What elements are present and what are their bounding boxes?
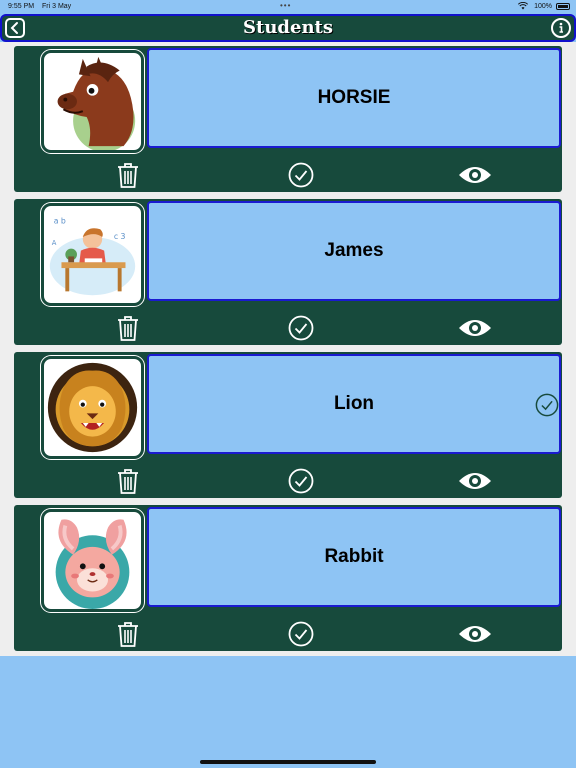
lion-icon [47,362,138,453]
student-name: James [324,240,384,261]
boy-studying-icon: a b c 3 A [49,216,136,296]
student-card: Lion [14,352,562,498]
student-avatar[interactable] [41,50,144,153]
home-indicator[interactable] [200,760,376,764]
student-card: Rabbit [14,505,562,651]
student-card: HORSIE [14,46,562,192]
student-name: Rabbit [324,546,384,567]
status-date: Fri 3 May [42,3,72,10]
battery-icon [556,3,570,10]
checkmark-circle-icon [288,162,314,188]
student-avatar[interactable] [41,356,144,459]
student-avatar[interactable]: a b c 3 A [41,203,144,306]
info-icon [559,22,563,33]
svg-text:c 3: c 3 [114,232,126,241]
page-title: Students [243,17,333,38]
wifi-icon [518,2,528,10]
horse-icon [57,56,136,150]
multitask-dots[interactable]: ••• [280,1,291,10]
select-button[interactable] [288,467,314,495]
checkmark-circle-icon [288,468,314,494]
trash-icon [118,163,138,188]
svg-text:a b: a b [54,216,66,225]
select-button[interactable] [288,161,314,189]
delete-button[interactable] [117,620,139,648]
student-name-button[interactable]: Lion [147,354,561,454]
status-bar: 9:55 PM Fri 3 May ••• 100% [0,0,576,14]
view-button[interactable] [458,161,492,189]
select-button[interactable] [288,314,314,342]
delete-button[interactable] [117,161,139,189]
student-name-button[interactable]: HORSIE [147,48,561,148]
trash-icon [118,622,138,647]
student-name: Lion [333,393,375,414]
rabbit-icon [55,519,130,609]
eye-icon [459,320,491,336]
select-button[interactable] [288,620,314,648]
battery-percent: 100% [534,3,552,10]
info-button[interactable] [551,18,571,38]
delete-button[interactable] [117,467,139,495]
eye-icon [459,626,491,642]
student-list[interactable]: HORSIE a b c 3 A James Lion Rabbit [0,42,576,656]
eye-icon [459,167,491,183]
svg-text:A: A [52,239,57,247]
checkmark-circle-icon [288,621,314,647]
trash-icon [118,469,138,494]
view-button[interactable] [458,467,492,495]
student-avatar[interactable] [41,509,144,612]
trash-icon [118,316,138,341]
delete-button[interactable] [117,314,139,342]
status-time: 9:55 PM [8,3,35,10]
view-button[interactable] [458,620,492,648]
student-name: HORSIE [317,87,391,108]
selected-checkmark-icon [535,393,559,417]
nav-bar: Students [0,14,576,42]
student-name-button[interactable]: Rabbit [147,507,561,607]
student-card: a b c 3 A James [14,199,562,345]
checkmark-circle-icon [288,315,314,341]
student-name-button[interactable]: James [147,201,561,301]
eye-icon [459,473,491,489]
view-button[interactable] [458,314,492,342]
